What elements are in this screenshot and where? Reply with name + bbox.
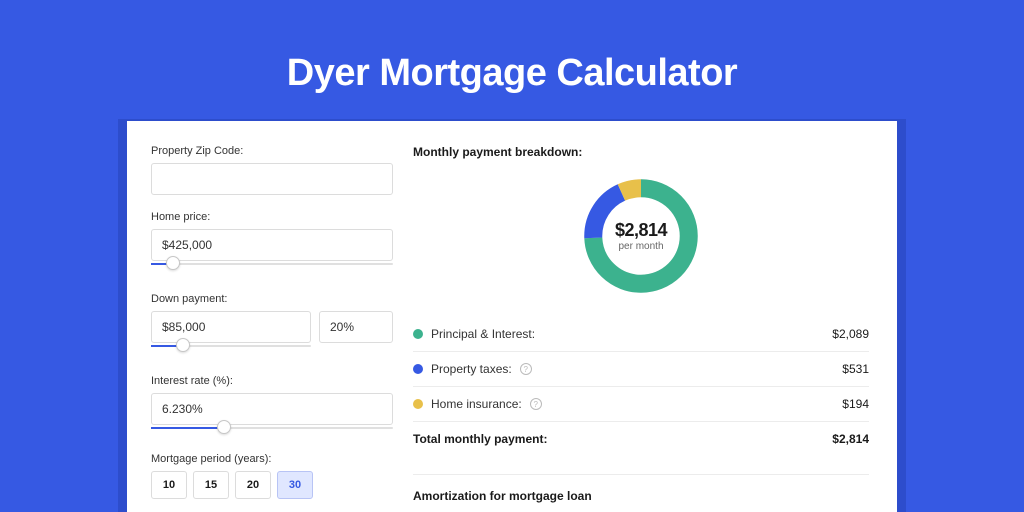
interest-rate-label: Interest rate (%): bbox=[151, 375, 393, 387]
slider-thumb-icon[interactable] bbox=[217, 420, 231, 434]
down-payment-label: Down payment: bbox=[151, 293, 393, 305]
home-price-label: Home price: bbox=[151, 211, 393, 223]
down-payment-field: Down payment: bbox=[151, 293, 393, 357]
down-payment-pct-input[interactable] bbox=[319, 311, 393, 343]
zip-label: Property Zip Code: bbox=[151, 145, 393, 157]
period-option-30[interactable]: 30 bbox=[277, 471, 313, 499]
total-row: Total monthly payment: $2,814 bbox=[413, 421, 869, 456]
home-price-input[interactable] bbox=[151, 229, 393, 261]
donut-chart: $2,814 per month bbox=[578, 173, 704, 299]
legend-row: Principal & Interest: $2,089 bbox=[413, 317, 869, 351]
info-icon[interactable]: ? bbox=[530, 398, 542, 410]
interest-rate-field: Interest rate (%): bbox=[151, 375, 393, 439]
legend-dot-icon bbox=[413, 329, 423, 339]
total-label: Total monthly payment: bbox=[413, 432, 547, 446]
form-column: Property Zip Code: Home price: Down paym… bbox=[151, 145, 393, 512]
zip-field: Property Zip Code: bbox=[151, 145, 393, 195]
donut-center-amount: $2,814 bbox=[615, 220, 667, 241]
page-title: Dyer Mortgage Calculator bbox=[287, 52, 737, 95]
interest-rate-slider[interactable] bbox=[151, 425, 393, 439]
amortization-title: Amortization for mortgage loan bbox=[413, 489, 869, 503]
calculator-card: Property Zip Code: Home price: Down paym… bbox=[127, 121, 897, 512]
legend-label: Property taxes: bbox=[431, 362, 512, 376]
legend-label: Principal & Interest: bbox=[431, 327, 535, 341]
legend-dot-icon bbox=[413, 399, 423, 409]
period-option-15[interactable]: 15 bbox=[193, 471, 229, 499]
slider-thumb-icon[interactable] bbox=[166, 256, 180, 270]
donut-center-sub: per month bbox=[618, 241, 663, 252]
total-value: $2,814 bbox=[832, 432, 869, 446]
legend-value: $194 bbox=[842, 397, 869, 411]
mortgage-period-options: 10152030 bbox=[151, 471, 393, 499]
interest-rate-input[interactable] bbox=[151, 393, 393, 425]
breakdown-column: Monthly payment breakdown: $2,814 per mo… bbox=[413, 145, 869, 512]
mortgage-period-field: Mortgage period (years): 10152030 bbox=[151, 453, 393, 499]
down-payment-amount-input[interactable] bbox=[151, 311, 311, 343]
legend-value: $2,089 bbox=[832, 327, 869, 341]
legend-dot-icon bbox=[413, 364, 423, 374]
header-stripe: Property Zip Code: Home price: Down paym… bbox=[118, 119, 906, 512]
slider-thumb-icon[interactable] bbox=[176, 338, 190, 352]
legend-label: Home insurance: bbox=[431, 397, 522, 411]
period-option-10[interactable]: 10 bbox=[151, 471, 187, 499]
down-payment-slider[interactable] bbox=[151, 343, 311, 357]
zip-input[interactable] bbox=[151, 163, 393, 195]
legend-value: $531 bbox=[842, 362, 869, 376]
amortization-section: Amortization for mortgage loan Amortizat… bbox=[413, 474, 869, 512]
legend-row: Property taxes:? $531 bbox=[413, 351, 869, 386]
info-icon[interactable]: ? bbox=[520, 363, 532, 375]
period-option-20[interactable]: 20 bbox=[235, 471, 271, 499]
breakdown-title: Monthly payment breakdown: bbox=[413, 145, 869, 159]
donut-chart-wrap: $2,814 per month bbox=[413, 165, 869, 311]
home-price-slider[interactable] bbox=[151, 261, 393, 275]
home-price-field: Home price: bbox=[151, 211, 393, 275]
breakdown-legend: Principal & Interest: $2,089 Property taxe… bbox=[413, 317, 869, 421]
mortgage-period-label: Mortgage period (years): bbox=[151, 453, 393, 465]
legend-row: Home insurance:? $194 bbox=[413, 386, 869, 421]
